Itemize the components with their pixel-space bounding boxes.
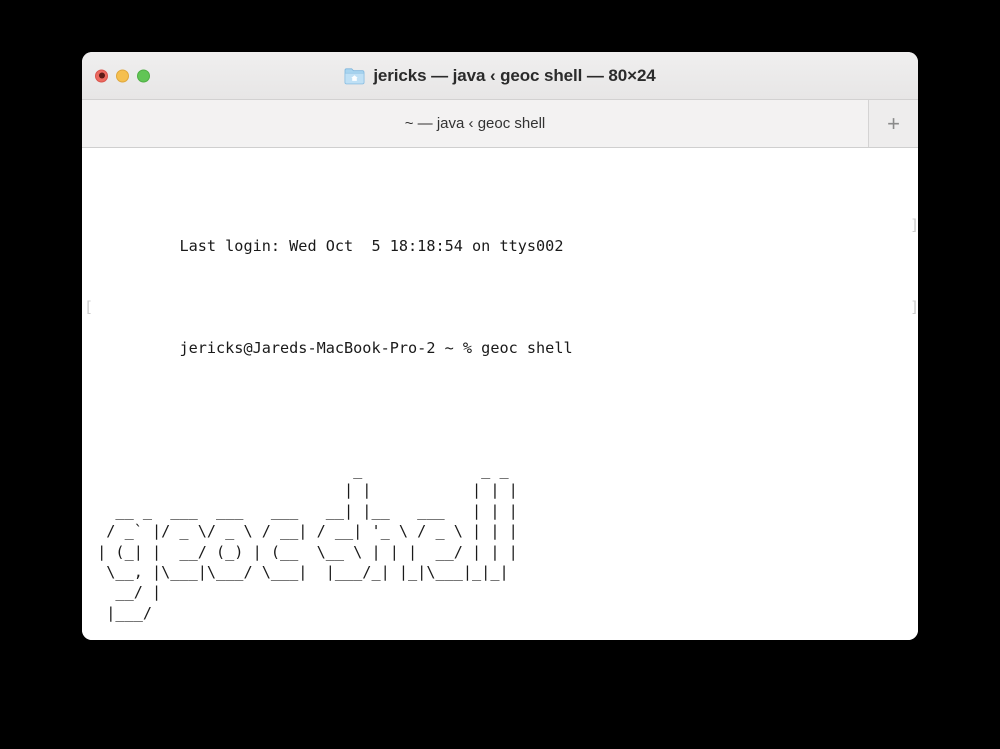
tab-geoc-shell[interactable]: ~ — java ‹ geoc shell	[82, 100, 868, 147]
tab-label: ~ — java ‹ geoc shell	[404, 115, 546, 132]
ascii-banner-line: _ _ _	[88, 461, 518, 480]
ascii-banner: _ _ _ | | | | | __ _ ___ ___ ___ __| |__…	[88, 460, 918, 623]
screen-root: jericks — java ‹ geoc shell — 80×24 ~ — …	[0, 0, 1000, 749]
window-title-group: jericks — java ‹ geoc shell — 80×24	[82, 66, 918, 86]
window-titlebar[interactable]: jericks — java ‹ geoc shell — 80×24	[82, 52, 918, 100]
ascii-banner-line: __ _ ___ ___ ___ __| |__ ___ | | |	[88, 501, 518, 520]
terminal-output: Last login: Wed Oct 5 18:18:54 on ttys00…	[82, 154, 918, 640]
terminal-line-shell-prompt: [ jericks@Jareds-MacBook-Pro-2 ~ % geoc …	[84, 297, 918, 357]
window-title: jericks — java ‹ geoc shell — 80×24	[373, 65, 656, 85]
plus-icon: +	[887, 110, 900, 136]
minimize-button[interactable]	[116, 69, 129, 82]
new-tab-button[interactable]: +	[868, 100, 918, 147]
ascii-banner-line: \__, |\___|\___/ \___| |___/_| |_|\___|_…	[88, 563, 509, 582]
terminal-line-last-login: Last login: Wed Oct 5 18:18:54 on ttys00…	[88, 215, 918, 254]
tab-bar: ~ — java ‹ geoc shell +	[82, 100, 918, 148]
shell-command-line: jericks@Jareds-MacBook-Pro-2 ~ % geoc sh…	[179, 338, 573, 357]
ascii-banner-line: |___/	[88, 603, 509, 622]
ascii-banner-line: | (_| | __/ (_) | (__ \__ \ | | | __/ | …	[88, 542, 518, 561]
traffic-light-group	[95, 69, 150, 82]
last-login-text: Last login: Wed Oct 5 18:18:54 on ttys00…	[179, 236, 564, 255]
folder-home-icon	[344, 67, 365, 85]
ascii-banner-line: / _` |/ _ \/ _ \ / __| / __| '_ \ / _ \ …	[88, 522, 518, 541]
ascii-banner-line: | | | | |	[88, 481, 518, 500]
wrap-marker-right: ]	[910, 297, 918, 317]
wrap-marker-right: ]	[910, 215, 918, 235]
terminal-body[interactable]: Last login: Wed Oct 5 18:18:54 on ttys00…	[82, 148, 918, 640]
ascii-banner-line: __/ |	[88, 583, 509, 602]
wrap-marker-left: [	[84, 297, 94, 316]
terminal-window: jericks — java ‹ geoc shell — 80×24 ~ — …	[82, 52, 918, 640]
maximize-button[interactable]	[137, 69, 150, 82]
close-button[interactable]	[95, 69, 108, 82]
